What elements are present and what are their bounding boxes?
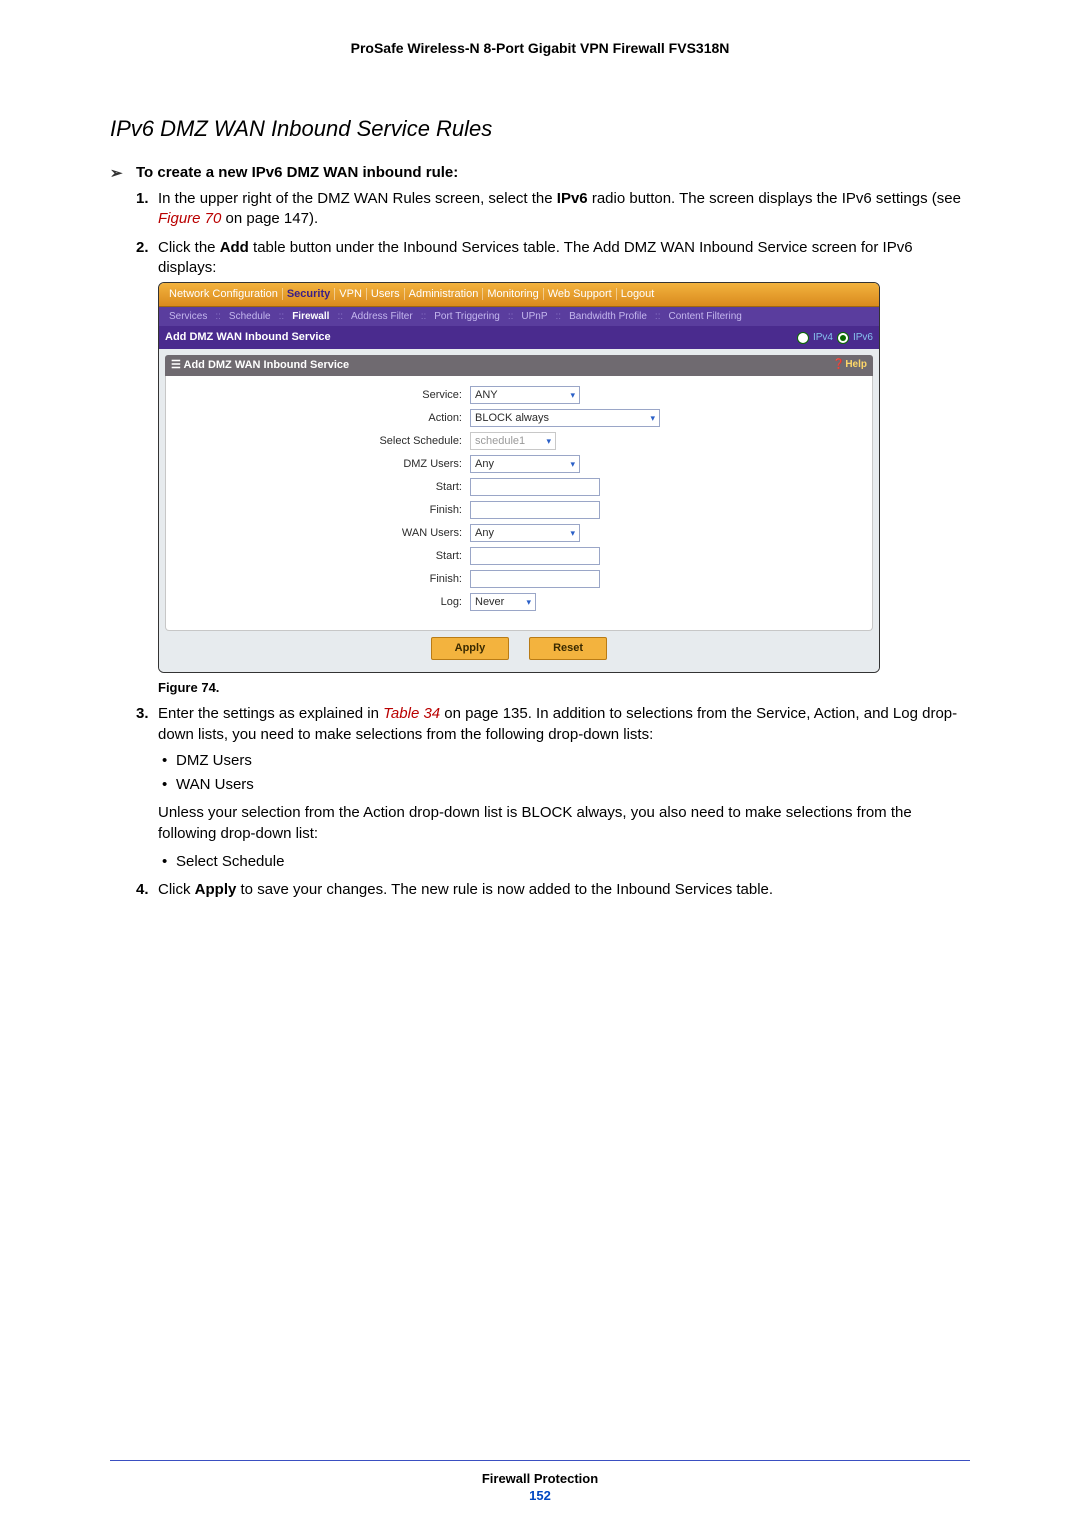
subnav-item[interactable]: Services xyxy=(165,311,211,322)
nav-item[interactable]: Network Configuration xyxy=(165,288,283,300)
panel-header: ☰ Add DMZ WAN Inbound Service ❓Help xyxy=(165,355,873,376)
subnav-item[interactable]: Bandwidth Profile xyxy=(565,311,651,322)
select-field[interactable]: Any▾ xyxy=(470,455,580,473)
nav-item[interactable]: VPN xyxy=(335,288,367,300)
router-top-nav: Network ConfigurationSecurityVPNUsersAdm… xyxy=(159,283,879,307)
subnav-item[interactable]: Firewall xyxy=(288,311,333,322)
chevron-down-icon: ▾ xyxy=(570,527,575,539)
nav-item[interactable]: Logout xyxy=(617,288,659,300)
nav-item[interactable]: Web Support xyxy=(544,288,617,300)
select-field[interactable]: BLOCK always▾ xyxy=(470,409,660,427)
step-2: 2. Click the Add table button under the … xyxy=(158,238,970,697)
chevron-down-icon: ▾ xyxy=(570,389,575,401)
task-text: To create a new IPv6 DMZ WAN inbound rul… xyxy=(136,164,458,181)
figure-caption: Figure 74. xyxy=(158,679,970,697)
ipv4-radio[interactable] xyxy=(797,332,809,344)
subnav-item[interactable]: Port Triggering xyxy=(430,311,504,322)
list-item: DMZ Users xyxy=(176,751,970,771)
input-field[interactable] xyxy=(470,547,600,565)
help-link[interactable]: ❓Help xyxy=(833,358,867,373)
router-screenshot: Network ConfigurationSecurityVPNUsersAdm… xyxy=(158,282,880,673)
subnav-item[interactable]: UPnP xyxy=(517,311,551,322)
task-arrow-icon: ➢ xyxy=(110,164,123,182)
step-3: 3. Enter the settings as explained in Ta… xyxy=(158,704,970,872)
field-label: Action: xyxy=(182,411,470,426)
input-field[interactable] xyxy=(470,478,600,496)
nav-item[interactable]: Security xyxy=(283,288,335,300)
list-item: WAN Users xyxy=(176,775,970,795)
table-ref[interactable]: Table 34 xyxy=(383,705,440,722)
panel-body: Service:ANY▾Action:BLOCK always▾Select S… xyxy=(165,376,873,631)
nav-item[interactable]: Administration xyxy=(405,288,484,300)
field-label: Finish: xyxy=(182,503,470,518)
task-title: ➢ To create a new IPv6 DMZ WAN inbound r… xyxy=(110,164,970,181)
input-field[interactable] xyxy=(470,570,600,588)
doc-header: ProSafe Wireless-N 8-Port Gigabit VPN Fi… xyxy=(110,40,970,56)
field-label: Log: xyxy=(182,595,470,610)
subnav-item[interactable]: Schedule xyxy=(225,311,275,322)
field-label: Service: xyxy=(182,388,470,403)
select-field[interactable]: Never▾ xyxy=(470,593,536,611)
router-title-band: Add DMZ WAN Inbound Service IPv4 IPv6 xyxy=(159,326,879,349)
chevron-down-icon: ▾ xyxy=(650,412,655,424)
nav-item[interactable]: Users xyxy=(367,288,405,300)
router-sub-nav: Services::Schedule::Firewall::Address Fi… xyxy=(159,307,879,327)
page-footer: Firewall Protection 152 xyxy=(110,1471,970,1503)
step-1: 1. In the upper right of the DMZ WAN Rul… xyxy=(158,189,970,230)
chevron-down-icon: ▾ xyxy=(546,435,551,447)
apply-button[interactable]: Apply xyxy=(431,637,509,660)
subnav-item[interactable]: Address Filter xyxy=(347,311,417,322)
chevron-down-icon: ▾ xyxy=(570,458,575,470)
reset-button[interactable]: Reset xyxy=(529,637,607,660)
figure-ref[interactable]: Figure 70 xyxy=(158,210,221,227)
list-item: Select Schedule xyxy=(176,852,970,872)
select-field: schedule1▾ xyxy=(470,432,556,450)
step-4: 4. Click Apply to save your changes. The… xyxy=(158,880,970,900)
field-label: DMZ Users: xyxy=(182,457,470,472)
select-field[interactable]: ANY▾ xyxy=(470,386,580,404)
field-label: Finish: xyxy=(182,572,470,587)
select-field[interactable]: Any▾ xyxy=(470,524,580,542)
nav-item[interactable]: Monitoring xyxy=(483,288,543,300)
subnav-item[interactable]: Content Filtering xyxy=(664,311,745,322)
input-field[interactable] xyxy=(470,501,600,519)
field-label: WAN Users: xyxy=(182,526,470,541)
section-title: IPv6 DMZ WAN Inbound Service Rules xyxy=(110,116,970,142)
field-label: Start: xyxy=(182,549,470,564)
ipv6-radio[interactable] xyxy=(837,332,849,344)
chevron-down-icon: ▾ xyxy=(526,596,531,608)
field-label: Select Schedule: xyxy=(182,434,470,449)
field-label: Start: xyxy=(182,480,470,495)
